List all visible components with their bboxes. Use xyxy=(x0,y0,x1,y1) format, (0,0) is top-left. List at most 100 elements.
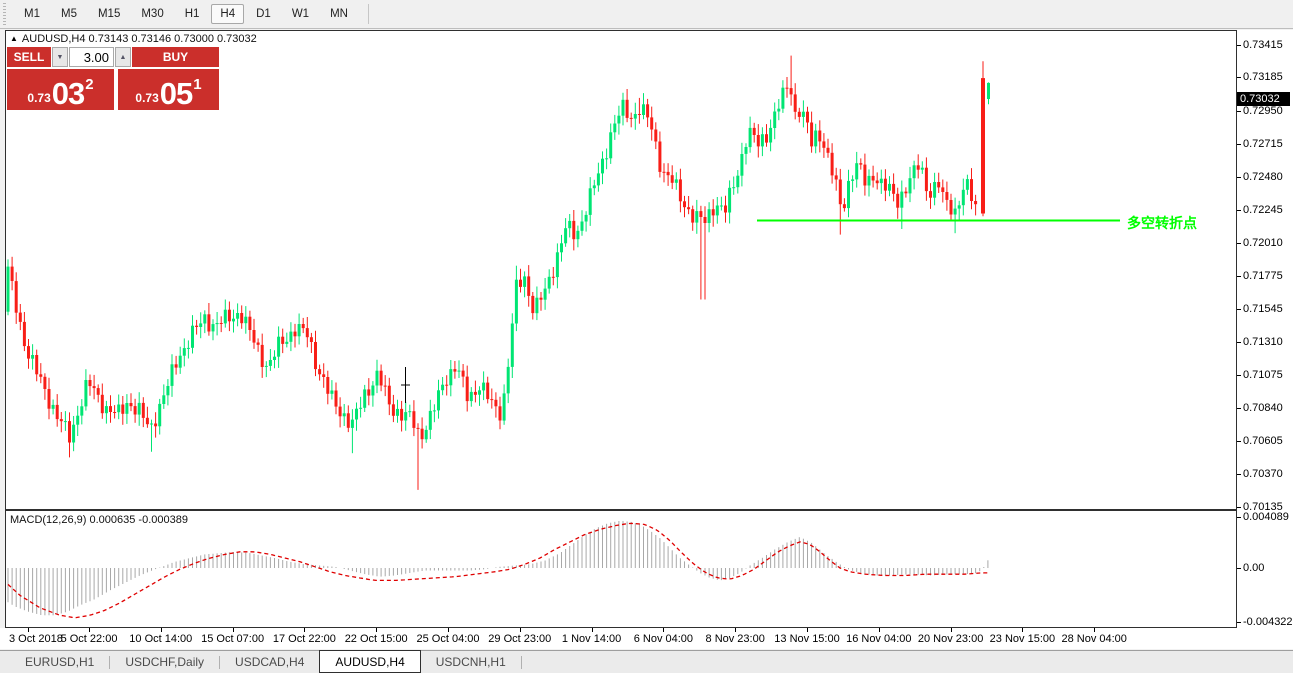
macd-indicator-label: MACD(12,26,9) 0.000635 -0.000389 xyxy=(10,514,188,526)
price-axis-label: 0.72715 xyxy=(1243,138,1283,150)
tab-eurusd-h1[interactable]: EURUSD,H1 xyxy=(10,651,109,673)
macd-axis-tick xyxy=(1237,622,1241,623)
timeframe-button-mn[interactable]: MN xyxy=(321,4,357,24)
chart-tabs: EURUSD,H1USDCHF,DailyUSDCAD,H4AUDUSD,H4U… xyxy=(10,651,522,673)
price-axis-label: 0.71545 xyxy=(1243,303,1283,315)
macd-axis-tick xyxy=(1237,568,1241,569)
time-axis-label: 13 Nov 15:00 xyxy=(771,633,843,645)
price-axis-tick xyxy=(1237,111,1241,112)
buy-price-button[interactable]: 0.73 05 1 xyxy=(118,69,219,110)
tab-separator xyxy=(521,656,522,669)
time-axis-label: 29 Oct 23:00 xyxy=(484,633,556,645)
macd-axis-label: 0.00 xyxy=(1243,562,1264,574)
buy-price-pip: 1 xyxy=(193,76,201,93)
time-axis-label: 23 Nov 15:00 xyxy=(986,633,1058,645)
tab-usdcnh-h1[interactable]: USDCNH,H1 xyxy=(421,651,521,673)
time-axis-tick xyxy=(448,628,449,632)
time-axis-label: 17 Oct 22:00 xyxy=(268,633,340,645)
volume-decrease-icon[interactable]: ▼ xyxy=(52,47,68,67)
price-axis-tick xyxy=(1237,441,1241,442)
time-axis-tick xyxy=(520,628,521,632)
price-axis-tick xyxy=(1237,507,1241,508)
time-axis-tick xyxy=(89,628,90,632)
trade-panel-top-row: SELL ▼ ▲ BUY xyxy=(7,47,219,67)
time-axis-label: 20 Nov 23:00 xyxy=(915,633,987,645)
time-axis-tick xyxy=(1094,628,1095,632)
price-axis-tick xyxy=(1237,210,1241,211)
price-axis-label: 0.70605 xyxy=(1243,435,1283,447)
tab-usdcad-h4[interactable]: USDCAD,H4 xyxy=(220,651,319,673)
price-axis-tick xyxy=(1237,45,1241,46)
one-click-trading-panel: SELL ▼ ▲ BUY 0.73 03 2 0.73 05 1 xyxy=(7,47,219,110)
buy-price-base: 0.73 xyxy=(135,91,158,105)
time-axis-label: 28 Nov 04:00 xyxy=(1058,633,1130,645)
volume-increase-icon[interactable]: ▲ xyxy=(115,47,131,67)
toolbar-separator xyxy=(368,4,369,24)
price-axis-label: 0.72010 xyxy=(1243,237,1283,249)
sell-price-pip: 2 xyxy=(85,76,93,93)
price-axis-label: 0.71075 xyxy=(1243,369,1283,381)
buy-button[interactable]: BUY xyxy=(132,47,219,67)
macd-axis-label: -0.004322 xyxy=(1243,616,1293,628)
chart-collapse-icon[interactable]: ▲ xyxy=(10,34,18,43)
candlestick-series xyxy=(7,56,991,490)
time-axis-tick xyxy=(1022,628,1023,632)
time-axis-tick xyxy=(951,628,952,632)
time-axis-label: 16 Nov 04:00 xyxy=(843,633,915,645)
price-axis-label: 0.70370 xyxy=(1243,468,1283,480)
buy-price-big: 05 xyxy=(160,83,192,105)
macd-axis-label: 0.004089 xyxy=(1243,511,1289,523)
sell-price-big: 03 xyxy=(52,83,84,105)
tab-audusd-h4[interactable]: AUDUSD,H4 xyxy=(319,650,420,673)
price-axis-tick xyxy=(1237,342,1241,343)
sell-price-base: 0.73 xyxy=(27,91,50,105)
support-line-label[interactable]: 多空转折点 xyxy=(1127,213,1197,233)
volume-input[interactable] xyxy=(69,47,114,67)
time-axis-tick xyxy=(161,628,162,632)
timeframe-button-m1[interactable]: M1 xyxy=(15,4,49,24)
price-axis-label: 0.72480 xyxy=(1243,171,1283,183)
time-axis-label: 8 Nov 23:00 xyxy=(699,633,771,645)
price-axis-label: 0.70840 xyxy=(1243,402,1283,414)
time-axis-label: 22 Oct 15:00 xyxy=(340,633,412,645)
timeframe-button-w1[interactable]: W1 xyxy=(283,4,318,24)
tab-usdchf-daily[interactable]: USDCHF,Daily xyxy=(110,651,219,673)
macd-axis-tick xyxy=(1237,517,1241,518)
time-axis-tick xyxy=(304,628,305,632)
sell-price-button[interactable]: 0.73 03 2 xyxy=(7,69,114,110)
time-axis-tick xyxy=(28,628,29,632)
timeframe-button-d1[interactable]: D1 xyxy=(247,4,280,24)
price-axis-label: 0.71775 xyxy=(1243,270,1283,282)
price-axis-label: 0.73415 xyxy=(1243,39,1283,51)
timeframe-button-h1[interactable]: H1 xyxy=(176,4,209,24)
price-axis-label: 0.71310 xyxy=(1243,336,1283,348)
price-axis-tick xyxy=(1237,375,1241,376)
timeframe-button-m15[interactable]: M15 xyxy=(89,4,129,24)
price-axis-label: 0.72950 xyxy=(1243,105,1283,117)
time-axis-tick xyxy=(663,628,664,632)
time-axis-tick xyxy=(879,628,880,632)
price-axis-tick xyxy=(1237,243,1241,244)
price-axis-tick xyxy=(1237,77,1241,78)
price-axis[interactable]: 0.73032 0.734150.731850.729500.727150.72… xyxy=(1237,30,1293,628)
macd-signal-line xyxy=(8,523,988,617)
timeframe-button-m30[interactable]: M30 xyxy=(132,4,172,24)
price-axis-tick xyxy=(1237,408,1241,409)
time-axis-label: 25 Oct 04:00 xyxy=(412,633,484,645)
timeframe-button-m5[interactable]: M5 xyxy=(52,4,86,24)
time-axis-tick xyxy=(233,628,234,632)
macd-chart[interactable] xyxy=(6,511,1236,627)
macd-panel[interactable] xyxy=(5,510,1237,628)
sell-button[interactable]: SELL xyxy=(7,47,51,67)
price-axis-tick xyxy=(1237,276,1241,277)
timeframe-toolbar: M1M5M15M30H1H4D1W1MN xyxy=(0,0,1293,29)
time-axis[interactable]: 3 Oct 20185 Oct 22:0010 Oct 14:0015 Oct … xyxy=(0,628,1293,649)
time-axis-tick xyxy=(592,628,593,632)
time-axis-label: 6 Nov 04:00 xyxy=(627,633,699,645)
timeframe-button-h4[interactable]: H4 xyxy=(211,4,244,24)
toolbar-grip-handle[interactable] xyxy=(3,3,9,25)
time-axis-label: 5 Oct 22:00 xyxy=(53,633,125,645)
time-axis-label: 1 Nov 14:00 xyxy=(556,633,628,645)
price-axis-tick xyxy=(1237,309,1241,310)
price-axis-tick xyxy=(1237,177,1241,178)
